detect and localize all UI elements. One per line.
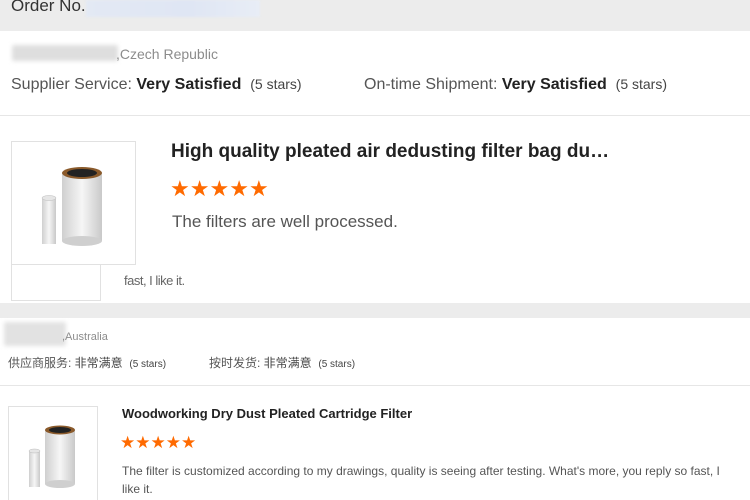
star-icon: ★ (135, 433, 151, 452)
filter-cartridge-image (28, 425, 75, 488)
review-text-overflow: fast, I like it. (124, 273, 185, 288)
star-icon: ★ (150, 433, 166, 452)
reviewer-name-redacted (4, 322, 66, 346)
rating-stars: ★★★★★ (170, 176, 269, 202)
star-icon: ★ (170, 176, 190, 201)
thumbnail-edge (11, 265, 101, 301)
shipment-label: 按时发货: (209, 356, 264, 370)
reviewer-country: ,Australia (62, 331, 108, 343)
supplier-service-value: 非常满意 (74, 356, 123, 370)
divider (0, 385, 750, 386)
supplier-service-rating: 供应商服务: 非常满意 (5 stars) (8, 354, 166, 371)
shipment-stars: (5 stars) (615, 76, 668, 92)
supplier-service-stars: (5 stars) (250, 76, 302, 92)
order-number-bar: Order No. (0, 0, 750, 31)
supplier-service-label: 供应商服务: (8, 356, 75, 370)
shipment-value: Very Satisfied (501, 76, 607, 93)
star-icon: ★ (248, 176, 269, 201)
review-text: The filter is customized according to my… (122, 464, 720, 496)
star-icon: ★ (229, 176, 249, 201)
star-icon: ★ (181, 433, 197, 452)
star-icon: ★ (209, 176, 230, 201)
product-title[interactable]: High quality pleated air dedusting filte… (171, 141, 609, 163)
rating-stars: ★★★★★ (120, 433, 196, 453)
supplier-service-label: Supplier Service: (11, 76, 137, 93)
order-number-label: Order No. (11, 0, 86, 15)
star-icon: ★ (120, 433, 136, 452)
reviewer-name-redacted (12, 45, 118, 61)
shipment-value: 非常满意 (263, 356, 312, 370)
supplier-service-value: Very Satisfied (136, 76, 242, 93)
divider (0, 115, 750, 116)
section-separator (0, 303, 750, 318)
product-thumbnail[interactable] (11, 141, 136, 265)
order-number-redacted (86, 0, 260, 17)
shipment-rating: On-time Shipment: Very Satisfied (5 star… (364, 76, 667, 94)
supplier-service-rating: Supplier Service: Very Satisfied (5 star… (11, 76, 302, 94)
star-icon: ★ (189, 176, 210, 201)
product-thumbnail[interactable] (8, 406, 98, 500)
shipment-label: On-time Shipment: (364, 76, 502, 93)
supplier-service-stars: (5 stars) (129, 359, 167, 370)
review-text: The filters are well processed. (172, 212, 398, 231)
filter-cartridge-image (41, 167, 102, 246)
reviewer-country: ,Czech Republic (116, 46, 218, 62)
star-icon: ★ (165, 433, 181, 452)
shipment-stars: (5 stars) (318, 359, 356, 370)
shipment-rating: 按时发货: 非常满意 (5 stars) (209, 354, 355, 371)
product-title[interactable]: Woodworking Dry Dust Pleated Cartridge F… (122, 406, 412, 421)
